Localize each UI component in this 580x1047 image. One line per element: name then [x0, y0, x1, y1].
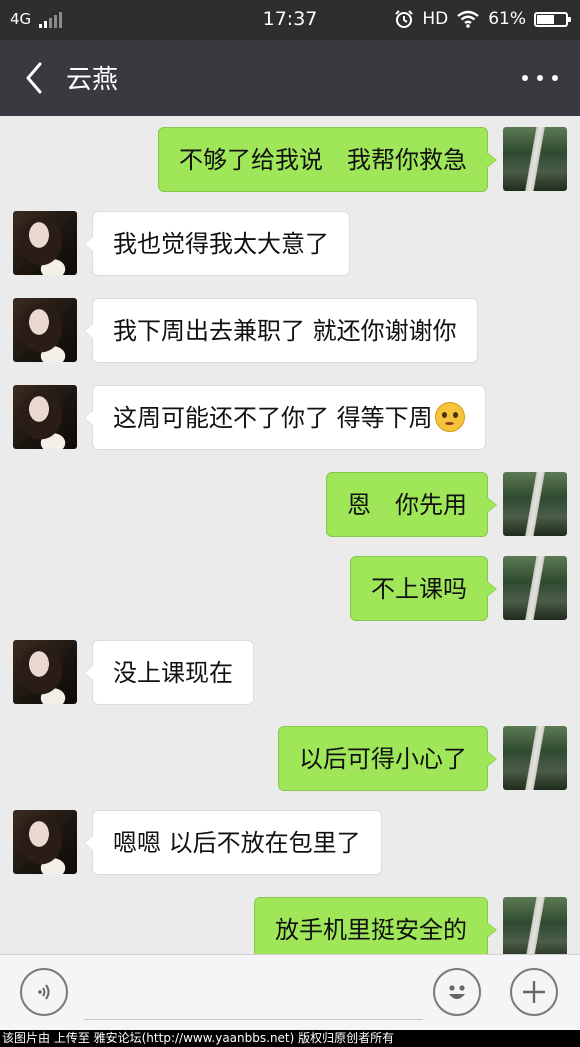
- battery-percent: 61%: [488, 9, 526, 29]
- my-avatar[interactable]: [503, 726, 567, 790]
- contact-avatar[interactable]: [13, 810, 77, 874]
- message-text: 没上课现在: [113, 659, 233, 687]
- hd-badge: HD: [422, 9, 449, 29]
- smiley-icon: [449, 985, 465, 999]
- message-bubble[interactable]: 不上课吗: [350, 556, 497, 621]
- message-text: 我也觉得我太大意了: [113, 230, 329, 258]
- status-right: HD 61%: [394, 9, 571, 29]
- message-bubble[interactable]: 没上课现在: [84, 640, 254, 705]
- message-bubble[interactable]: 不够了给我说 我帮你救急: [158, 127, 497, 192]
- contact-avatar[interactable]: [13, 298, 77, 362]
- message-text: 放手机里挺安全的: [275, 916, 467, 944]
- my-avatar[interactable]: [503, 556, 567, 620]
- my-avatar[interactable]: [503, 472, 567, 536]
- voice-icon: [38, 984, 50, 1000]
- more-functions-button[interactable]: [510, 968, 558, 1016]
- back-icon[interactable]: [16, 58, 56, 98]
- watermark-footer: 该图片由 上传至 雅安论坛(http://www.yaanbbs.net) 版权…: [0, 1030, 580, 1047]
- message-bubble[interactable]: 这周可能还不了你了 得等下周: [84, 385, 486, 450]
- emoji-button[interactable]: [433, 968, 481, 1016]
- my-avatar[interactable]: [503, 127, 567, 191]
- chat-header: 云燕: [0, 40, 580, 116]
- message-text: 这周可能还不了你了 得等下周: [113, 404, 433, 432]
- message-bubble[interactable]: 放手机里挺安全的: [254, 897, 497, 954]
- plus-icon: [523, 981, 545, 1003]
- contact-avatar[interactable]: [13, 385, 77, 449]
- worried-face-icon: [434, 402, 465, 432]
- message-bubble[interactable]: 我下周出去兼职了 就还你谢谢你: [84, 298, 478, 363]
- message-bubble[interactable]: 嗯嗯 以后不放在包里了: [84, 810, 382, 875]
- message-bubble[interactable]: 我也觉得我太大意了: [84, 211, 350, 276]
- message-text: 我下周出去兼职了 就还你谢谢你: [113, 317, 457, 345]
- more-options-icon[interactable]: [522, 64, 558, 92]
- voice-button[interactable]: [20, 968, 68, 1016]
- wifi-icon: [457, 10, 479, 28]
- input-bar: [0, 954, 580, 1031]
- message-text: 以后可得小心了: [299, 745, 467, 773]
- message-text: 不够了给我说 我帮你救急: [179, 146, 467, 174]
- chat-title: 云燕: [66, 65, 119, 95]
- status-bar: 4G 17:37 HD 61%: [0, 0, 580, 40]
- message-bubble[interactable]: 以后可得小心了: [278, 726, 497, 791]
- message-text: 嗯嗯 以后不放在包里了: [113, 829, 361, 857]
- alarm-icon: [395, 10, 414, 28]
- my-avatar[interactable]: [503, 897, 567, 954]
- battery-icon: [534, 11, 571, 27]
- contact-avatar[interactable]: [13, 640, 77, 704]
- message-text: 不上课吗: [371, 575, 467, 603]
- message-input[interactable]: [84, 973, 423, 1020]
- contact-avatar[interactable]: [13, 211, 77, 275]
- message-list[interactable]: 不够了给我说 我帮你救急 我也觉得我太大意了 我下周出去兼职了 就还你谢谢你 这…: [0, 116, 580, 954]
- message-bubble[interactable]: 恩 你先用: [326, 472, 497, 537]
- message-text: 恩 你先用: [347, 491, 467, 519]
